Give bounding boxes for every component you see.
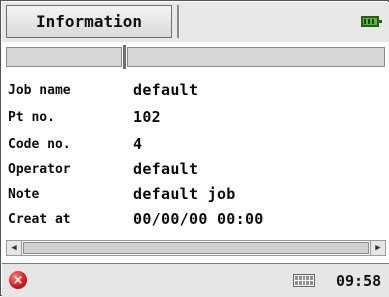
horizontal-scrollbar[interactable]: ◀ ▶: [6, 240, 386, 256]
row-value: default: [133, 81, 199, 99]
tab-information[interactable]: Information: [6, 5, 172, 38]
info-row-code-no[interactable]: Code no. 4: [8, 133, 142, 155]
row-label: Job name: [8, 82, 71, 98]
battery-bar: [372, 19, 374, 24]
row-value: 4: [133, 135, 143, 153]
scroll-left-button[interactable]: ◀: [7, 241, 22, 255]
row-label: Operator: [8, 161, 71, 177]
info-row-pt-no[interactable]: Pt no. 102: [8, 106, 161, 128]
info-row-operator[interactable]: Operator default: [8, 158, 198, 180]
row-label: Creat at: [8, 211, 71, 227]
row-value: default job: [133, 185, 236, 203]
column-divider[interactable]: [123, 45, 126, 69]
clock-time: 09:58: [336, 271, 382, 290]
info-row-note[interactable]: Note default job: [8, 183, 236, 205]
row-label: Code no.: [8, 136, 71, 152]
information-panel: Job name default Pt no. 102 Code no. 4 O…: [2, 42, 389, 263]
column-header-label[interactable]: [6, 47, 122, 67]
keyboard-icon[interactable]: [293, 274, 315, 287]
info-row-job-name[interactable]: Job name default: [8, 79, 198, 101]
row-value: default: [133, 160, 199, 178]
battery-bar: [368, 19, 370, 24]
header-bar: Information: [2, 2, 389, 43]
row-value: 102: [133, 108, 161, 126]
device-screen: Information Job name default Pt no. 102 …: [0, 0, 389, 297]
column-header-value[interactable]: [127, 47, 385, 67]
header-separator: [177, 5, 179, 38]
info-row-creat-at[interactable]: Creat at 00/00/00 00:00: [8, 208, 264, 230]
status-bar: × 09:58: [2, 263, 389, 297]
close-icon[interactable]: ×: [9, 271, 27, 289]
arrow-left-icon: ◀: [11, 243, 17, 253]
row-value: 00/00/00 00:00: [133, 210, 264, 228]
scrollbar-thumb[interactable]: [23, 242, 369, 254]
tab-information-label: Information: [36, 12, 142, 31]
row-label: Note: [8, 186, 40, 202]
arrow-right-icon: ▶: [375, 243, 381, 253]
battery-bar: [364, 19, 366, 24]
scroll-right-button[interactable]: ▶: [370, 241, 385, 255]
battery-icon: [361, 16, 382, 27]
row-label: Pt no.: [8, 109, 55, 125]
